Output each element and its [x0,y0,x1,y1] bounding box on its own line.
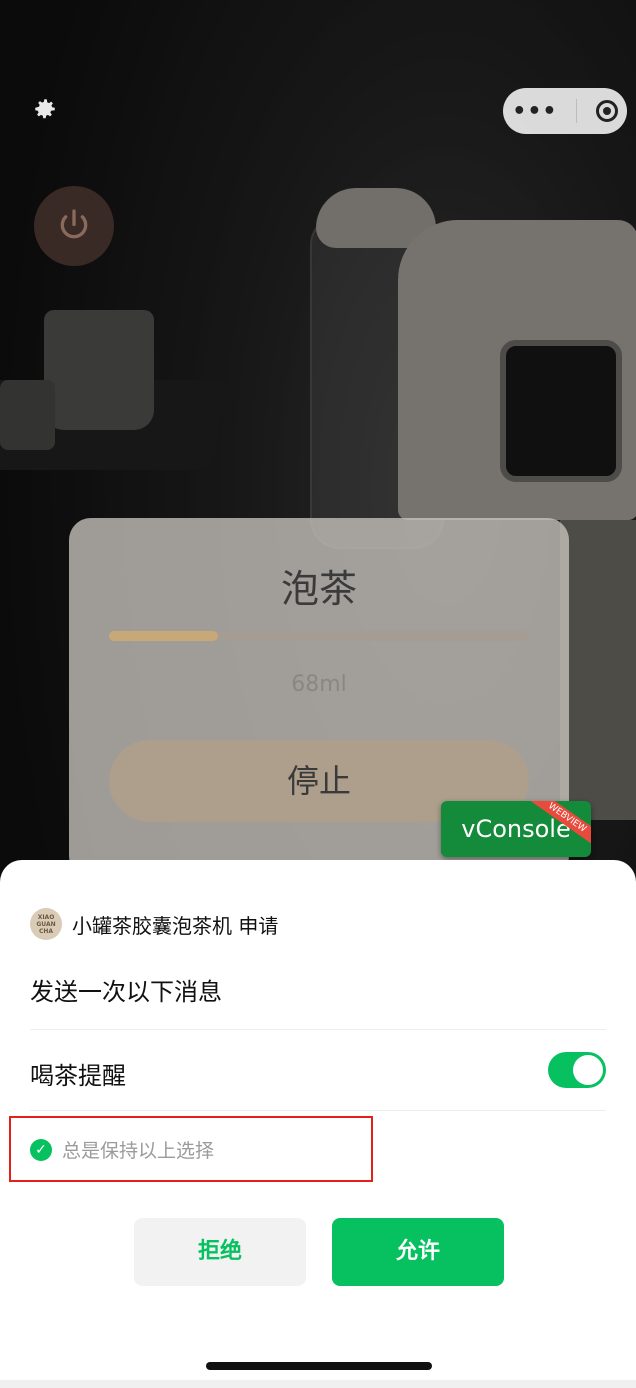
reject-button[interactable]: 拒绝 [134,1218,306,1286]
volume-readout: 68ml [291,672,347,697]
brewing-progress-bar [109,631,529,641]
vconsole-label: vConsole [461,815,571,843]
subscribe-message-sheet: XIAO GUAN CHA 小罐茶胶囊泡茶机 申请 发送一次以下消息 喝茶提醒 … [0,860,636,1388]
message-title: 发送一次以下消息 [30,978,222,1006]
tea-reminder-toggle[interactable] [548,1052,606,1088]
screen-bottom-edge [0,1380,636,1388]
close-miniprogram-icon[interactable] [595,100,618,122]
message-item-label: 喝茶提醒 [30,1062,126,1090]
highlight-box [9,1116,373,1182]
power-button[interactable] [34,186,114,266]
app-logo: XIAO GUAN CHA [30,908,62,940]
more-menu-button[interactable]: ••• [512,99,557,124]
app-request-text: 小罐茶胶囊泡茶机 申请 [72,913,279,938]
settings-gear-icon[interactable] [30,96,60,126]
gear-icon-svg [35,99,55,119]
home-indicator [206,1362,432,1370]
app-logo-text: XIAO GUAN CHA [36,913,56,935]
miniprogram-capsule: ••• [503,88,627,134]
divider [30,1029,606,1030]
toggle-knob [573,1055,603,1085]
allow-button[interactable]: 允许 [332,1218,504,1286]
app-request-row: XIAO GUAN CHA 小罐茶胶囊泡茶机 申请 [30,908,278,940]
vconsole-button[interactable]: vConsole WEBVIEW [441,801,591,857]
brewing-title: 泡茶 [280,567,357,611]
capsule-divider [576,99,578,123]
brewing-progress-fill [109,631,219,641]
screen: ••• 泡茶 68ml 停止 vConsole WEBVIEW XIAO GUA… [0,0,636,1388]
power-icon [60,209,88,239]
divider [30,1110,606,1111]
